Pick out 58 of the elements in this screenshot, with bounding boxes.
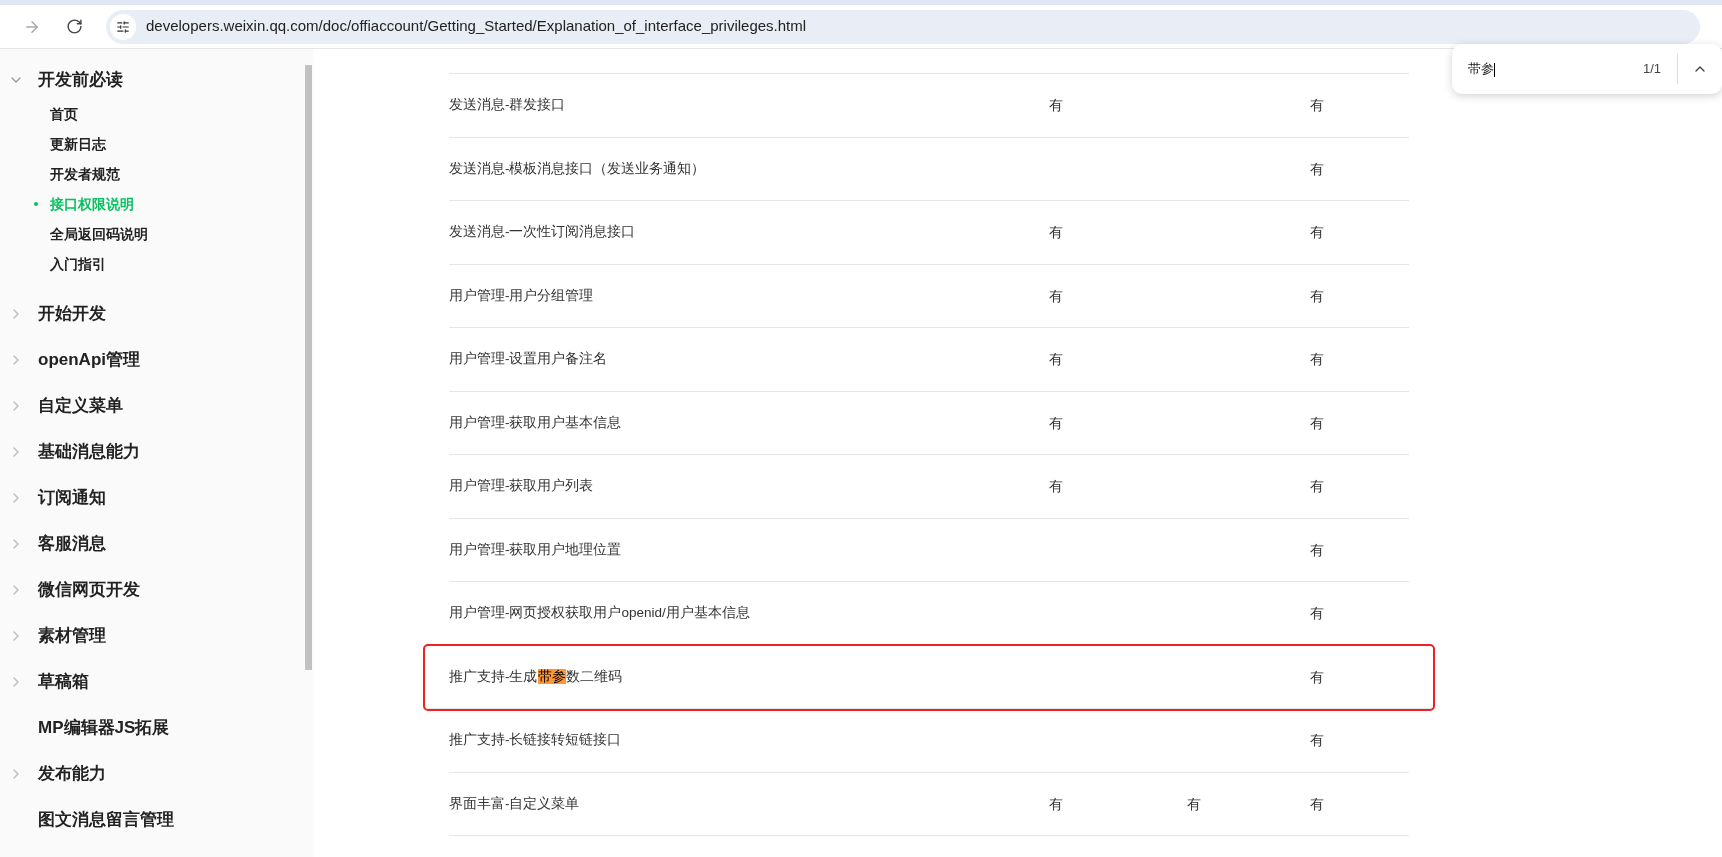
- table-cell-text: 用户管理-用户分组管理: [449, 286, 595, 305]
- table-cell-text: 推广支持-长链接转短链接口: [449, 731, 623, 750]
- table-cell-text: 界面丰富-自定义菜单: [449, 794, 581, 813]
- table-cell: 有: [1310, 669, 1324, 685]
- sidebar-section[interactable]: 开始开发: [38, 301, 106, 327]
- reload-icon: [65, 18, 83, 35]
- match-count: 1/1: [1642, 60, 1661, 79]
- sidebar-section[interactable]: 图文消息留言管理: [38, 807, 174, 833]
- table-cell: 有: [1049, 479, 1063, 495]
- sidebar-section[interactable]: 订阅通知: [38, 485, 106, 511]
- table-cell: 有: [1310, 98, 1324, 114]
- table-cell-text: 用户管理-获取用户基本信息: [449, 413, 623, 432]
- table-cell-text: 用户管理-获取用户列表: [449, 477, 595, 496]
- address-bar[interactable]: developers.weixin.qq.com/doc/offiaccount/Getting_Started/Explanation_of_interface_privileges.html: [106, 9, 1700, 44]
- table-cell: 有: [1310, 161, 1324, 177]
- table-cell: 有: [1187, 796, 1201, 812]
- sidebar-section[interactable]: MP编辑器JS拓展: [38, 715, 170, 741]
- table-cell-text: 用户管理-设置用户备注名: [449, 350, 609, 369]
- sidebar-section[interactable]: 自定义菜单: [38, 393, 123, 419]
- table-cell-text: 发送消息-群发接口: [449, 96, 567, 115]
- table-cell: 有: [1310, 479, 1324, 495]
- table-cell: 有: [1049, 415, 1063, 431]
- scrollbar-thumb[interactable]: [305, 65, 312, 670]
- table-cell: 有: [1049, 288, 1063, 304]
- sidebar-section[interactable]: 草稿箱: [38, 669, 89, 695]
- reload-button[interactable]: [64, 16, 84, 37]
- sidebar-link[interactable]: 全局返回码说明: [50, 223, 148, 245]
- sidebar-section[interactable]: 发布能力: [38, 761, 106, 787]
- table-cell-text: 用户管理-获取用户地理位置: [449, 540, 623, 559]
- sidebar-section[interactable]: 微信网页开发: [38, 577, 140, 603]
- sidebar-section[interactable]: 开发前必读: [38, 67, 123, 93]
- table-cell: 有: [1310, 606, 1324, 622]
- sidebar-link[interactable]: 更新日志: [50, 133, 106, 155]
- table-cell-text: 推广支持-生成带参数二维码: [449, 667, 623, 686]
- table-cell: 有: [1310, 733, 1324, 749]
- table-cell-text: 发送消息-模板消息接口（发送业务通知）: [449, 159, 707, 178]
- table-cell-text: 发送消息-一次性订阅消息接口: [449, 223, 637, 242]
- table-cell: 有: [1049, 796, 1063, 812]
- table-cell: 有: [1049, 225, 1063, 241]
- table-cell: 有: [1310, 415, 1324, 431]
- table-cell: 有: [1049, 98, 1063, 114]
- sidebar-section[interactable]: openApi管理: [38, 347, 140, 373]
- sidebar-link[interactable]: 开发者规范: [50, 163, 120, 185]
- url-text: developers.weixin.qq.com/doc/offiaccount/Getting_Started/Explanation_of_interface_privileges.html: [146, 16, 807, 37]
- table-cell: 有: [1310, 796, 1324, 812]
- table-cell: 有: [1310, 225, 1324, 241]
- table-cell: 有: [1310, 352, 1324, 368]
- sidebar-section[interactable]: 基础消息能力: [38, 439, 140, 465]
- table-cell: 有: [1049, 352, 1063, 368]
- table-cell: 有: [1310, 542, 1324, 558]
- table-cell: 有: [1310, 288, 1324, 304]
- sidebar-section[interactable]: 客服消息: [38, 531, 106, 557]
- sidebar-section[interactable]: 素材管理: [38, 623, 106, 649]
- sidebar-link[interactable]: 入门指引: [50, 253, 106, 275]
- find-input-field[interactable]: 带参: [1468, 59, 1643, 79]
- site-info-icon[interactable]: [110, 13, 136, 40]
- sidebar-link[interactable]: 首页: [50, 103, 78, 125]
- table-cell-text: 用户管理-网页授权获取用户openid/用户基本信息: [449, 604, 751, 623]
